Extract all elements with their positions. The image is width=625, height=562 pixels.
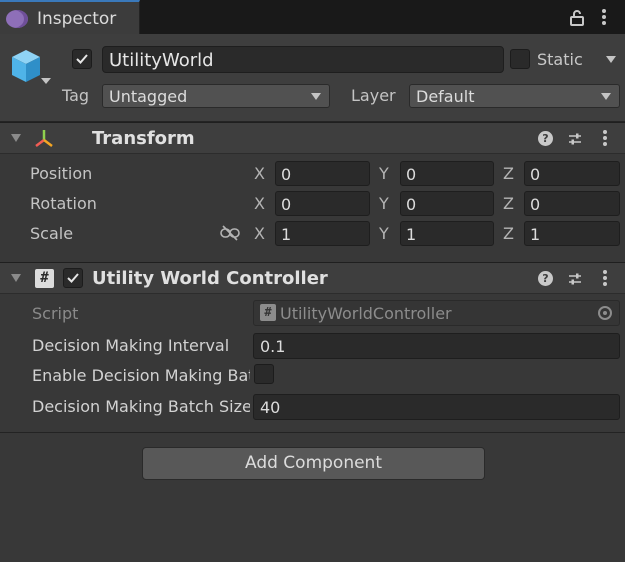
controller-header[interactable]: # Utility World Controller ? — [0, 262, 625, 294]
gameobject-icon — [6, 10, 28, 28]
csharp-script-icon: # — [260, 304, 276, 321]
axis-z-label[interactable]: Z — [503, 164, 514, 183]
layer-value: Default — [416, 87, 475, 106]
chevron-down-icon — [601, 93, 611, 100]
rotation-y-field[interactable]: 0 — [400, 191, 494, 216]
position-label: Position — [30, 164, 93, 183]
kebab-menu-icon[interactable] — [603, 270, 607, 288]
component-enabled-checkbox[interactable] — [63, 268, 83, 288]
scale-y-field[interactable]: 1 — [400, 221, 494, 246]
gameobject-header: UtilityWorld Static Tag Untagged Layer D… — [0, 34, 625, 122]
chevron-down-icon — [311, 93, 321, 100]
tab-inspector[interactable]: Inspector — [0, 0, 140, 34]
tag-value: Untagged — [109, 87, 188, 106]
kebab-menu-icon[interactable] — [603, 130, 607, 148]
transform-header[interactable]: Transform ? — [0, 122, 625, 154]
scale-label: Scale — [30, 224, 74, 243]
controller-title: Utility World Controller — [92, 268, 328, 289]
csharp-script-icon: # — [35, 269, 54, 288]
lock-icon[interactable] — [570, 10, 584, 26]
position-x-field[interactable]: 0 — [275, 161, 370, 186]
layer-label: Layer — [351, 86, 396, 105]
static-checkbox[interactable] — [510, 49, 530, 69]
position-y-field[interactable]: 0 — [400, 161, 494, 186]
tab-label: Inspector — [37, 9, 117, 29]
rotation-label: Rotation — [30, 194, 97, 213]
axis-y-label[interactable]: Y — [379, 224, 389, 243]
presets-icon[interactable] — [567, 271, 583, 287]
transform-axes-icon — [35, 130, 53, 147]
help-icon[interactable]: ? — [538, 131, 553, 146]
divider — [0, 432, 625, 433]
position-z-field[interactable]: 0 — [524, 161, 620, 186]
foldout-arrow-icon[interactable] — [11, 134, 21, 142]
interval-label: Decision Making Interval — [32, 336, 230, 355]
active-checkbox[interactable] — [72, 49, 92, 69]
rotation-z-field[interactable]: 0 — [524, 191, 620, 216]
axis-z-label[interactable]: Z — [503, 224, 514, 243]
batch-enable-checkbox[interactable] — [254, 364, 274, 384]
batch-size-label: Decision Making Batch Size — [32, 397, 250, 416]
tag-label: Tag — [62, 86, 90, 105]
script-field: # UtilityWorldController — [253, 300, 620, 326]
chevron-down-icon[interactable] — [41, 78, 51, 84]
foldout-arrow-icon[interactable] — [11, 274, 21, 282]
batch-size-field[interactable]: 40 — [253, 394, 620, 420]
layer-dropdown[interactable]: Default — [409, 84, 620, 108]
add-component-button[interactable]: Add Component — [142, 447, 485, 480]
interval-field[interactable]: 0.1 — [253, 333, 620, 359]
axis-x-label[interactable]: X — [254, 194, 265, 213]
name-field[interactable]: UtilityWorld — [102, 46, 504, 73]
static-label: Static — [537, 50, 583, 69]
tag-dropdown[interactable]: Untagged — [102, 84, 330, 108]
presets-icon[interactable] — [567, 131, 583, 147]
tab-bar: Inspector — [0, 0, 625, 34]
transform-title: Transform — [92, 128, 195, 149]
axis-z-label[interactable]: Z — [503, 194, 514, 213]
axis-y-label[interactable]: Y — [379, 194, 389, 213]
script-label: Script — [32, 304, 79, 323]
batch-enable-label: Enable Decision Making Batching — [32, 366, 250, 385]
scale-x-field[interactable]: 1 — [275, 221, 370, 246]
unlinked-scale-icon[interactable] — [220, 225, 240, 241]
cube-icon[interactable] — [10, 48, 42, 84]
rotation-x-field[interactable]: 0 — [275, 191, 370, 216]
axis-x-label[interactable]: X — [254, 164, 265, 183]
static-dropdown-arrow-icon[interactable] — [606, 56, 616, 63]
object-picker-icon — [598, 306, 612, 320]
axis-y-label[interactable]: Y — [379, 164, 389, 183]
axis-x-label[interactable]: X — [254, 224, 265, 243]
kebab-menu-icon[interactable] — [602, 9, 606, 27]
help-icon[interactable]: ? — [538, 271, 553, 286]
script-value: UtilityWorldController — [280, 304, 452, 323]
scale-z-field[interactable]: 1 — [524, 221, 620, 246]
